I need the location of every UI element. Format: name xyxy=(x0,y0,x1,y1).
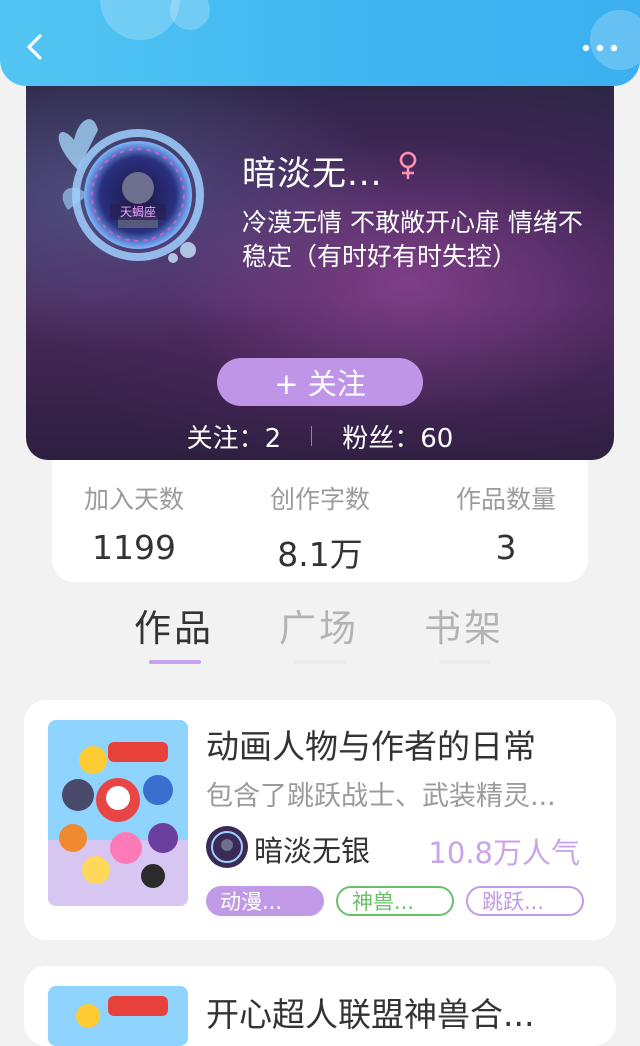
tab-bookshelf[interactable]: 书架 xyxy=(424,598,504,652)
work-title: 动画人物与作者的日常 xyxy=(206,727,536,766)
tab-active-indicator xyxy=(149,660,201,664)
tab-indicator xyxy=(439,660,491,664)
user-bio: 冷漠无情 不敢敞开心扉 情绪不稳定（有时好有时失控） xyxy=(242,208,583,271)
work-cover-image[interactable] xyxy=(48,986,188,1046)
profile-header: 天蝎座 暗淡无... 冷漠无情 不敢敞开心扉 情绪不稳定（有时好有时失控） + … xyxy=(26,60,614,460)
stat-label: 创作字数 xyxy=(269,485,370,514)
tab-indicator xyxy=(294,660,346,664)
avatar[interactable]: 天蝎座 xyxy=(48,100,208,270)
work-cover-image[interactable] xyxy=(48,720,188,906)
tab-bar: 作品 广场 书架 xyxy=(0,588,640,678)
stat-label: 作品数量 xyxy=(455,485,556,514)
author-avatar xyxy=(206,826,248,868)
tag-jump[interactable]: 跳跃... xyxy=(466,886,584,916)
tag-anime[interactable]: 动漫... xyxy=(206,886,324,916)
author-name: 暗淡无银 xyxy=(254,834,371,868)
decor-bubble xyxy=(170,0,210,30)
decor-bubble xyxy=(100,0,180,40)
female-icon xyxy=(399,151,417,179)
username: 暗淡无... xyxy=(242,154,383,194)
stat-join-days: 加入天数 1199 xyxy=(84,454,184,582)
popularity: 10.8万人气 xyxy=(428,836,580,870)
back-arrow-icon[interactable] xyxy=(20,32,50,62)
stat-label: 加入天数 xyxy=(84,485,185,514)
work-card[interactable]: 动画人物与作者的日常 包含了跳跃战士、武装精灵... 暗淡无银 10.8万人气 … xyxy=(24,700,616,940)
stat-works-count: 作品数量 3 xyxy=(456,454,556,582)
stats-card: 加入天数 1199 创作字数 8.1万 作品数量 3 xyxy=(52,454,588,582)
top-bar xyxy=(0,0,640,86)
tab-square[interactable]: 广场 xyxy=(279,598,359,652)
following-count[interactable]: 关注：2 xyxy=(187,418,282,455)
fans-count[interactable]: 粉丝：60 xyxy=(342,418,453,455)
avatar-badge: 天蝎座 xyxy=(120,204,156,219)
work-title: 开心超人联盟神兽合... xyxy=(206,995,535,1034)
more-icon[interactable] xyxy=(580,38,620,58)
follow-stats: 关注：2 粉丝：60 xyxy=(26,418,614,454)
divider xyxy=(311,426,313,446)
follow-button[interactable]: + 关注 xyxy=(217,358,423,406)
stat-value: 3 xyxy=(495,528,517,567)
stat-word-count: 创作字数 8.1万 xyxy=(270,454,370,582)
work-card[interactable]: 开心超人联盟神兽合... xyxy=(24,966,616,1046)
work-description: 包含了跳跃战士、武装精灵... xyxy=(206,781,556,812)
stat-value: 8.1万 xyxy=(277,535,363,574)
tag-beast[interactable]: 神兽... xyxy=(336,886,454,916)
follow-button-label: + 关注 xyxy=(274,367,366,401)
tab-works[interactable]: 作品 xyxy=(134,598,214,652)
stat-value: 1199 xyxy=(92,528,176,567)
